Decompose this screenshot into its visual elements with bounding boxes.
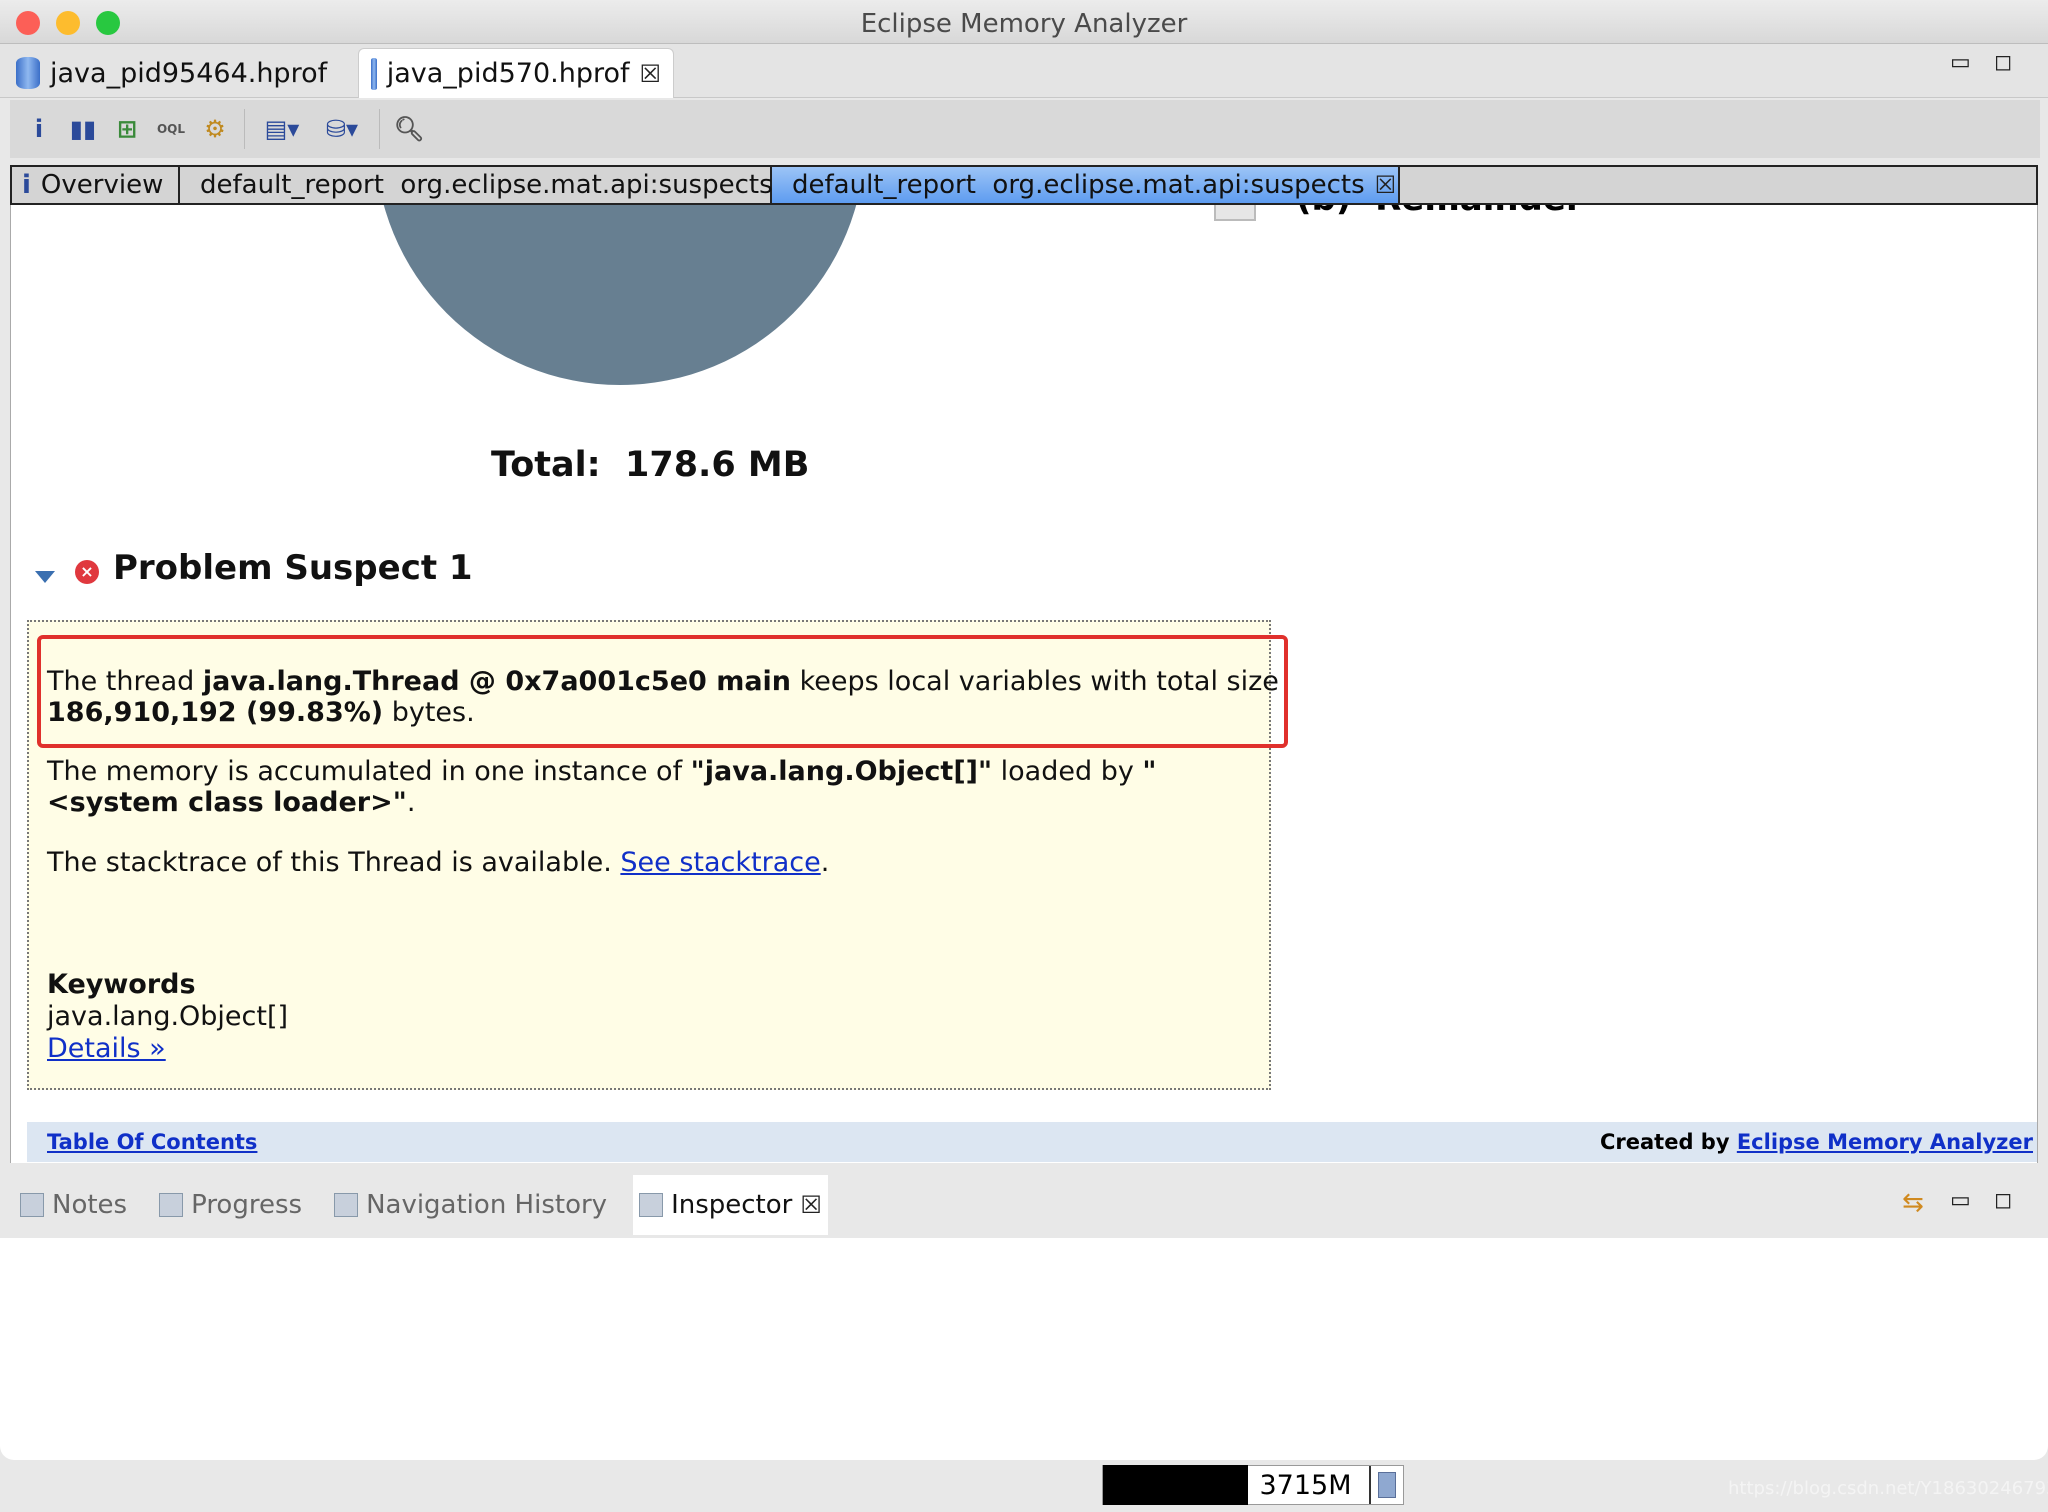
keyword: java.lang.Object[] — [47, 1001, 289, 1032]
separator — [244, 109, 245, 149]
maximize-icon[interactable]: ◻ — [1994, 1188, 2012, 1213]
table-of-contents-link[interactable]: Table Of Contents — [47, 1130, 257, 1154]
tab-label: Navigation History — [366, 1190, 608, 1220]
inspector-panel — [0, 1238, 2048, 1460]
report-footer: Table Of Contents Created by Eclipse Mem… — [27, 1122, 2037, 1162]
tab-label: java_pid95464.hprof — [50, 57, 328, 89]
info-icon: i — [22, 170, 31, 200]
tab-navigation-history[interactable]: Navigation History — [328, 1175, 613, 1235]
suspect-title: Problem Suspect 1 — [113, 548, 473, 588]
pie-chart-slice — [375, 205, 865, 385]
heap-dump-icon — [371, 57, 377, 90]
heap-status: 3715M — [1102, 1465, 1404, 1505]
title-bar: Eclipse Memory Analyzer — [0, 0, 2048, 44]
bottom-view-tabs: Notes Progress Navigation History Inspec… — [0, 1170, 2048, 1240]
details-link[interactable]: Details » — [47, 1033, 166, 1064]
eclipse-mat-link[interactable]: Eclipse Memory Analyzer — [1737, 1130, 2033, 1154]
close-icon[interactable]: ☒ — [800, 1191, 822, 1219]
legend-label: (b) Remainder — [1296, 205, 1583, 219]
heap-usage-bar — [1103, 1465, 1248, 1505]
total-size: Total: 178.6 MB — [491, 445, 810, 485]
tab-label: Inspector — [671, 1190, 793, 1220]
created-by: Created by Eclipse Memory Analyzer — [1599, 1130, 2033, 1154]
heap-dump-details-icon[interactable]: ⚙ — [200, 114, 230, 144]
query-browser-icon[interactable]: ▤▾ — [259, 114, 305, 144]
tab-overview[interactable]: i Overview — [12, 167, 180, 203]
window-title: Eclipse Memory Analyzer — [860, 9, 1188, 39]
keywords-label: Keywords — [47, 969, 196, 1000]
search-icon[interactable]: 🔍︎ — [394, 114, 424, 144]
details-link-text[interactable]: Details » — [47, 1033, 166, 1064]
tab-label: Notes — [52, 1190, 128, 1220]
tab-report[interactable]: default_report org.eclipse.mat.api:suspe… — [180, 167, 773, 203]
see-stacktrace-link[interactable]: See stacktrace — [620, 847, 820, 878]
progress-icon — [159, 1193, 184, 1217]
toolbar: i ▮▮ ⊞ OQL ⚙ ▤▾ ⛁▾ 🔍︎ — [10, 100, 2040, 158]
inspector-icon — [639, 1193, 664, 1217]
highlight-annotation — [37, 635, 1288, 748]
tab-label: default_report org.eclipse.mat.api:suspe… — [200, 170, 773, 200]
notes-icon — [20, 1193, 44, 1217]
suspect-line-4: <system class loader>". — [47, 787, 416, 818]
report-content: (b) Remainder Total: 178.6 MB × Problem … — [10, 205, 2038, 1163]
dominator-tree-icon[interactable]: ⊞ — [112, 114, 142, 144]
close-icon[interactable]: ☒ — [1375, 171, 1397, 199]
tab-label: default_report org.eclipse.mat.api:suspe… — [792, 170, 1365, 200]
tab-report-active[interactable]: default_report org.eclipse.mat.api:suspe… — [772, 167, 1400, 203]
watermark: https://blog.csdn.net/Y18630246793194530 — [1728, 1478, 2048, 1499]
run-report-icon[interactable]: ⛁▾ — [319, 114, 365, 144]
tab-notes[interactable]: Notes — [14, 1175, 133, 1235]
suspect-line-5: The stacktrace of this Thread is availab… — [47, 847, 830, 878]
sync-icon[interactable]: ⇆ — [1902, 1188, 1924, 1218]
suspect-line-3: The memory is accumulated in one instanc… — [47, 756, 1157, 787]
tab-progress[interactable]: Progress — [153, 1175, 308, 1235]
report-tabs: i Overview default_report org.eclipse.mat… — [10, 165, 2038, 205]
tab-label: Overview — [40, 170, 164, 200]
minimize-icon[interactable]: ▭ — [1950, 1188, 1971, 1213]
editor-tab-active[interactable]: java_pid570.hprof ☒ — [358, 48, 674, 98]
heap-dump-icon — [16, 57, 40, 89]
navigation-history-icon — [334, 1193, 359, 1217]
close-icon[interactable]: ☒ — [639, 60, 661, 88]
maximize-icon[interactable]: ◻ — [1994, 50, 2012, 75]
oql-icon[interactable]: OQL — [156, 114, 186, 144]
separator — [379, 109, 380, 149]
info-icon[interactable]: i — [24, 114, 54, 144]
editor-tab[interactable]: java_pid95464.hprof — [4, 48, 354, 98]
minimize-icon[interactable]: ▭ — [1950, 50, 1971, 75]
tab-inspector[interactable]: Inspector ☒ — [633, 1175, 828, 1235]
editor-tabs: java_pid95464.hprof java_pid570.hprof ☒ ▭… — [0, 44, 2048, 98]
tab-label: java_pid570.hprof — [386, 58, 630, 89]
heap-size: 3715M — [1259, 1469, 1352, 1501]
tab-label: Progress — [191, 1190, 303, 1220]
collapse-triangle-icon[interactable] — [35, 571, 55, 583]
error-icon: × — [75, 560, 99, 584]
garbage-collect-trash-icon[interactable] — [1369, 1466, 1403, 1504]
legend-swatch — [1214, 205, 1256, 221]
histogram-icon[interactable]: ▮▮ — [68, 114, 98, 144]
